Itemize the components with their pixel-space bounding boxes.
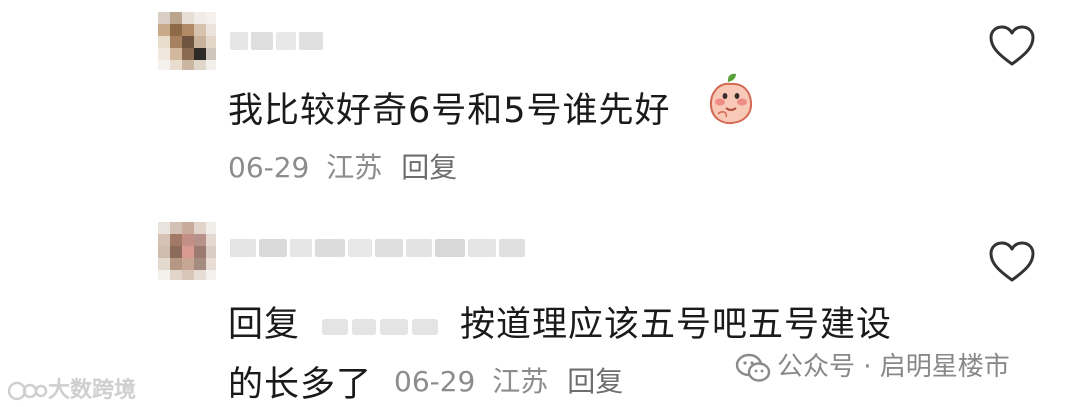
peach-blush-emoji	[709, 73, 753, 125]
avatar[interactable]	[158, 222, 216, 280]
reply-button[interactable]: 回复	[401, 151, 457, 184]
comment-date: 06-29	[228, 151, 310, 184]
reply-prefix: 回复	[228, 305, 301, 345]
like-heart-icon[interactable]	[988, 24, 1036, 68]
comment-meta: 06-29 江苏 回复	[228, 146, 457, 186]
like-heart-icon[interactable]	[988, 240, 1036, 284]
wechat-account-mark: 公众号 · 启明星楼市	[735, 346, 1010, 383]
comment-date: 06-29	[394, 365, 476, 398]
comment-meta: 06-29 江苏 回复	[394, 360, 623, 400]
wechat-icon	[735, 353, 771, 382]
mention-blurred[interactable]	[322, 311, 440, 341]
comment-text: 我比较好奇6号和5号谁先好	[228, 91, 671, 131]
username-blurred[interactable]	[230, 30, 323, 52]
comment-location: 江苏	[492, 365, 549, 398]
watermark-logo-icon	[7, 381, 48, 401]
reply-button[interactable]: 回复	[567, 365, 623, 398]
username-blurred[interactable]	[230, 237, 525, 259]
comment-text-line2: 的长多了	[228, 365, 373, 405]
avatar[interactable]	[158, 12, 216, 70]
comment-text-line1: 回复 按道理应该五号吧五号建设	[228, 305, 893, 345]
watermark: 大数跨境	[7, 372, 136, 404]
comment-location: 江苏	[326, 151, 383, 184]
